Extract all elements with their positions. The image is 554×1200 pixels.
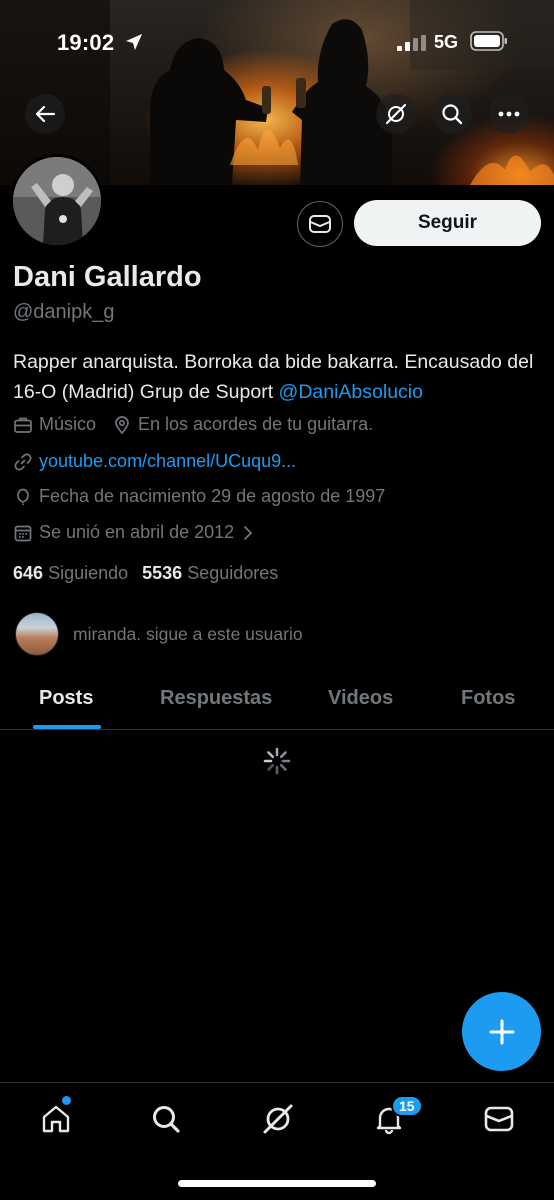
- network-label: 5G: [434, 32, 459, 52]
- mail-icon: [309, 215, 331, 233]
- home-unread-dot: [62, 1096, 71, 1105]
- tab-replies[interactable]: Respuestas: [160, 687, 272, 710]
- profile-meta-birthdate: Fecha de nacimiento 29 de agosto de 1997: [13, 486, 385, 507]
- profile-meta-job-location: Músico En los acordes de tu guitarra.: [13, 414, 373, 435]
- home-icon: [42, 1105, 70, 1133]
- nav-home[interactable]: [36, 1099, 76, 1139]
- link-icon: [14, 453, 32, 470]
- profile-website-link[interactable]: youtube.com/channel/UCuqu9...: [39, 451, 296, 472]
- arrow-left-icon: [35, 105, 56, 123]
- follow-button[interactable]: Seguir: [354, 200, 541, 246]
- profile-tabs: Posts Respuestas Videos Fotos: [0, 671, 554, 730]
- home-indicator: [178, 1180, 376, 1187]
- signal-icon: [397, 35, 426, 51]
- grok-button[interactable]: [376, 94, 416, 134]
- follower-avatar: [15, 612, 59, 656]
- loading-spinner-icon: [263, 747, 291, 775]
- profile-birthdate: Fecha de nacimiento 29 de agosto de 1997: [39, 486, 386, 506]
- status-bar: 19:02 5G: [0, 0, 554, 86]
- followers-link[interactable]: 5536 Seguidores: [142, 563, 278, 583]
- grok-icon: [263, 1104, 293, 1134]
- tab-videos[interactable]: Videos: [328, 687, 393, 710]
- calendar-icon: [14, 525, 32, 541]
- bio-mention-link[interactable]: @DaniAbsolucio: [279, 381, 423, 403]
- profile-joined-date: Se unió en abril de 2012: [39, 522, 235, 542]
- bio-text: Rapper anarquista. Borroka da bide bakar…: [13, 351, 534, 403]
- plus-icon: [489, 1019, 514, 1044]
- balloon-icon: [17, 488, 29, 505]
- followed-by-row[interactable]: miranda. sigue a este usuario: [15, 612, 303, 656]
- avatar[interactable]: [10, 154, 104, 248]
- back-button[interactable]: [25, 94, 65, 134]
- search-icon: [442, 104, 463, 125]
- avatar-image: [13, 157, 101, 245]
- following-link[interactable]: 646 Siguiendo: [13, 563, 128, 583]
- map-pin-icon: [115, 415, 129, 434]
- following-count: 646: [13, 563, 44, 583]
- compose-post-button[interactable]: [462, 992, 541, 1071]
- tab-photos[interactable]: Fotos: [461, 687, 515, 710]
- battery-icon: [470, 31, 507, 51]
- profile-meta-link[interactable]: youtube.com/channel/UCuqu9...: [13, 451, 296, 472]
- notifications-badge: 15: [391, 1095, 423, 1117]
- user-handle: @danipk_g: [13, 301, 115, 323]
- more-horizontal-icon: [498, 111, 520, 117]
- following-label: Siguiendo: [48, 563, 129, 583]
- briefcase-icon: [14, 417, 32, 433]
- search-icon: [153, 1106, 180, 1133]
- nav-messages[interactable]: [479, 1099, 519, 1139]
- tab-posts[interactable]: Posts: [39, 687, 93, 710]
- active-tab-indicator: [33, 725, 101, 729]
- followed-by-text: miranda. sigue a este usuario: [73, 623, 303, 644]
- profile-location: En los acordes de tu guitarra.: [138, 414, 374, 434]
- bio: Rapper anarquista. Borroka da bide bakar…: [13, 347, 548, 407]
- nav-search[interactable]: [146, 1099, 186, 1139]
- follow-stats: 646 Siguiendo 5536 Seguidores: [13, 563, 278, 584]
- followers-label: Seguidores: [187, 563, 279, 583]
- display-name: Dani Gallardo: [13, 261, 202, 293]
- nav-grok[interactable]: [258, 1099, 298, 1139]
- mail-icon: [484, 1106, 514, 1132]
- message-button[interactable]: [297, 201, 343, 247]
- search-profile-button[interactable]: [432, 94, 472, 134]
- chevron-right-icon: [244, 525, 253, 540]
- profile-job: Músico: [39, 414, 97, 434]
- followers-count: 5536: [142, 563, 183, 583]
- status-time: 19:02: [57, 30, 115, 55]
- more-options-button[interactable]: [489, 94, 529, 134]
- location-arrow-icon: [126, 34, 142, 50]
- grok-icon: [385, 103, 407, 125]
- profile-meta-joined[interactable]: Se unió en abril de 2012: [13, 522, 262, 543]
